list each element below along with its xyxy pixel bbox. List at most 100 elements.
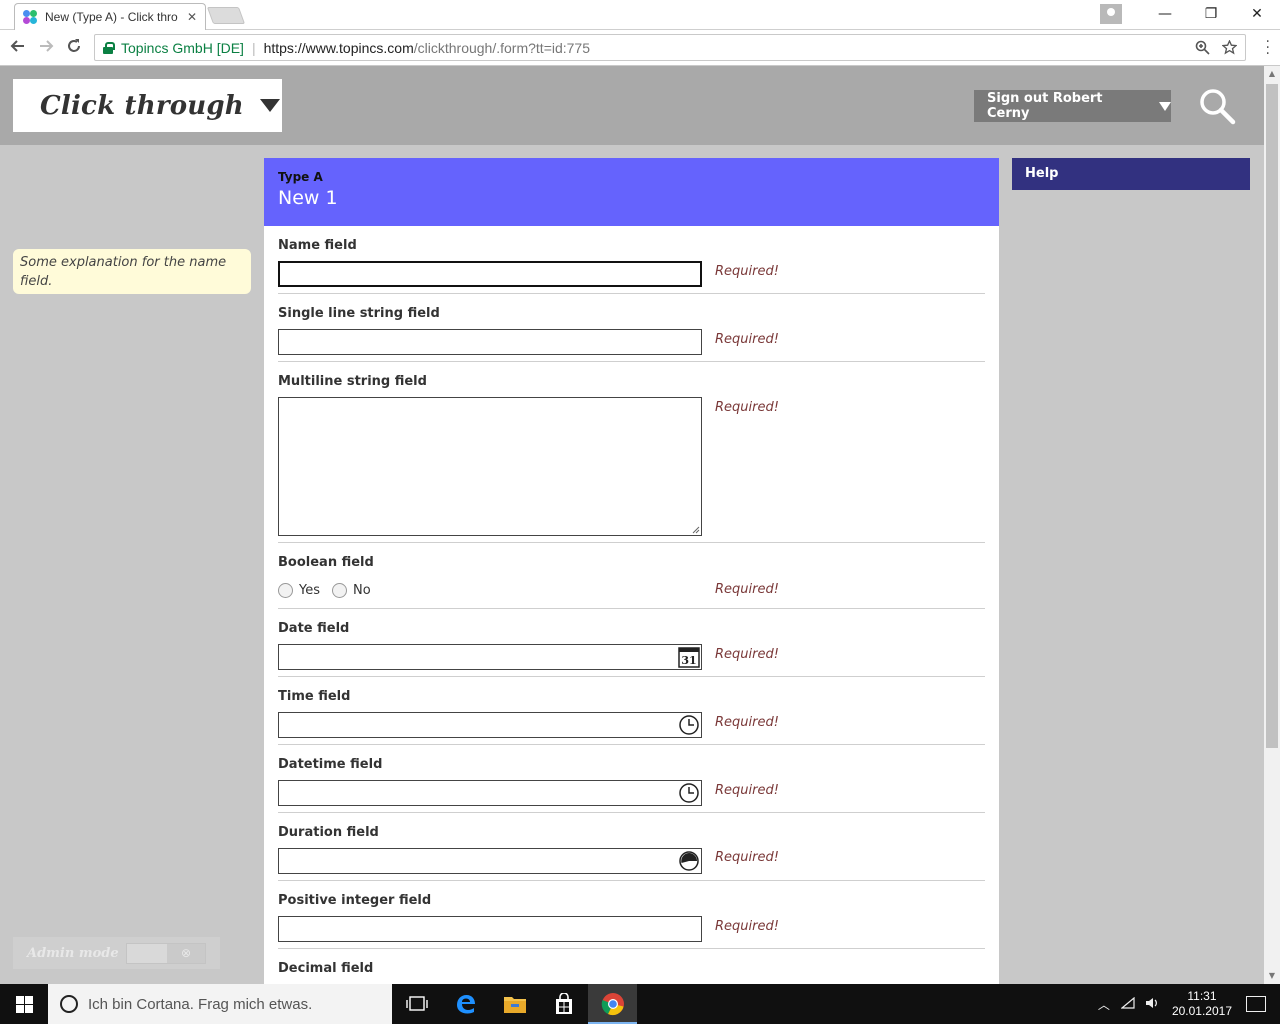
required-hint: Required! (715, 332, 779, 347)
edit-form: Type A New 1 Name field Required! Single… (264, 158, 999, 984)
admin-mode-toggle[interactable]: ⊗ (126, 943, 206, 964)
field-label: Single line string field (278, 306, 440, 321)
clock-time: 11:31 (1187, 989, 1217, 1003)
browser-menu-icon[interactable]: · · · (1266, 35, 1270, 61)
name-input[interactable] (278, 261, 702, 287)
taskbar-clock[interactable]: 11:31 20.01.2017 (1172, 989, 1232, 1019)
required-hint: Required! (715, 400, 779, 415)
zoom-icon[interactable] (1195, 40, 1210, 55)
clock-date: 20.01.2017 (1171, 1004, 1232, 1018)
tab-close-icon[interactable]: ✕ (187, 10, 197, 24)
form-row-time: Time field Required! (278, 677, 985, 745)
page-scrollbar[interactable]: ▲ ▼ (1264, 66, 1280, 984)
restore-button[interactable]: ❐ (1188, 6, 1234, 22)
back-arrow-icon[interactable] (4, 38, 32, 58)
stopwatch-icon[interactable] (678, 850, 700, 872)
field-label: Date field (278, 621, 350, 636)
reload-icon[interactable] (60, 38, 88, 58)
chrome-icon[interactable] (588, 984, 637, 1024)
scroll-thumb[interactable] (1266, 84, 1278, 748)
admin-mode-label: Admin mode (27, 945, 119, 961)
url-path: /clickthrough/.form?tt=id:775 (413, 39, 591, 56)
topincs-favicon-icon (23, 10, 37, 24)
address-separator: | (251, 39, 256, 56)
field-explanation-tooltip: Some explanation for the name field. (13, 249, 251, 294)
duration-input[interactable] (278, 848, 702, 874)
volume-icon[interactable] (1140, 997, 1164, 1012)
cortana-placeholder: Ich bin Cortana. Frag mich etwas. (88, 995, 313, 1013)
form-header: Type A New 1 (264, 158, 999, 226)
required-hint: Required! (715, 647, 779, 662)
field-label: Time field (278, 689, 351, 704)
lock-icon (103, 41, 115, 54)
form-row-duration: Duration field Required! (278, 813, 985, 881)
calendar-icon[interactable]: 31 (678, 646, 700, 668)
form-row-multiline: Multiline string field Required! (278, 362, 985, 543)
tray-expand-icon[interactable]: ︿ (1092, 996, 1116, 1013)
form-row-datetime: Datetime field Required! (278, 745, 985, 813)
signout-button[interactable]: Sign out Robert Cerny (974, 90, 1171, 122)
clock-icon[interactable] (678, 714, 700, 736)
field-label: Name field (278, 238, 357, 253)
bookmark-star-icon[interactable] (1222, 40, 1237, 55)
browser-profile-icon[interactable] (1100, 4, 1122, 24)
windows-start-icon[interactable] (0, 984, 48, 1024)
cortana-search-box[interactable]: Ich bin Cortana. Frag mich etwas. (48, 984, 392, 1024)
clock-icon[interactable] (678, 782, 700, 804)
browser-tab-title: New (Type A) - Click thro (45, 10, 178, 24)
form-instance-name: New 1 (278, 187, 338, 209)
form-row-single-line: Single line string field Required! (278, 294, 985, 362)
action-center-icon[interactable] (1246, 996, 1266, 1012)
file-explorer-icon[interactable] (490, 984, 539, 1024)
app-switcher-button[interactable]: Click through (13, 79, 282, 132)
form-row-positive-integer: Positive integer field Required! (278, 881, 985, 949)
field-label: Boolean field (278, 555, 374, 570)
caret-down-icon (259, 99, 280, 112)
edge-browser-icon[interactable] (441, 984, 490, 1024)
window-controls: — ❐ ✕ (1100, 0, 1280, 28)
cortana-icon (60, 995, 78, 1013)
datetime-input[interactable] (278, 780, 702, 806)
close-window-button[interactable]: ✕ (1234, 6, 1280, 22)
boolean-radio-group: Yes No (278, 583, 383, 598)
forward-arrow-icon[interactable] (32, 38, 60, 58)
required-hint: Required! (715, 850, 779, 865)
scroll-down-arrow-icon[interactable]: ▼ (1264, 968, 1280, 984)
app-title: Click through (40, 90, 244, 121)
network-icon[interactable] (1116, 996, 1140, 1012)
required-hint: Required! (715, 264, 779, 279)
single-line-input[interactable] (278, 329, 702, 355)
browser-tab-active[interactable]: New (Type A) - Click thro ✕ (14, 3, 206, 30)
form-row-decimal: Decimal field (278, 949, 985, 984)
address-bar[interactable]: Topincs GmbH [DE] | https://www.topincs.… (94, 34, 1246, 61)
store-icon[interactable] (539, 984, 588, 1024)
required-hint: Required! (715, 582, 779, 597)
form-row-name: Name field Required! (278, 226, 985, 294)
field-label: Decimal field (278, 961, 374, 976)
signout-label: Sign out Robert Cerny (987, 91, 1103, 121)
resize-grip-icon[interactable] (692, 526, 700, 534)
radio-yes-label[interactable]: Yes (299, 583, 320, 598)
browser-toolbar: Topincs GmbH [DE] | https://www.topincs.… (0, 30, 1280, 66)
radio-no[interactable] (332, 583, 347, 598)
new-tab-button[interactable] (206, 7, 246, 24)
task-view-icon[interactable] (392, 984, 441, 1024)
positive-integer-input[interactable] (278, 916, 702, 942)
browser-tabstrip: New (Type A) - Click thro ✕ — ❐ ✕ (0, 0, 1280, 30)
required-hint: Required! (715, 783, 779, 798)
multiline-textarea[interactable] (278, 397, 702, 536)
minimize-button[interactable]: — (1142, 6, 1188, 22)
scroll-up-arrow-icon[interactable]: ▲ (1264, 66, 1280, 82)
url-host: https://www.topincs.com (263, 39, 414, 56)
field-label: Multiline string field (278, 374, 427, 389)
form-type-label: Type A (278, 170, 323, 184)
help-panel-header[interactable]: Help (1012, 158, 1250, 190)
field-label: Datetime field (278, 757, 383, 772)
radio-yes[interactable] (278, 583, 293, 598)
date-input[interactable]: 31 (278, 644, 702, 670)
time-input[interactable] (278, 712, 702, 738)
app-header: Click through Sign out Robert Cerny (0, 66, 1264, 145)
search-icon[interactable] (1197, 86, 1237, 126)
toggle-knob-icon: ⊗ (167, 944, 205, 963)
radio-no-label[interactable]: No (353, 583, 371, 598)
